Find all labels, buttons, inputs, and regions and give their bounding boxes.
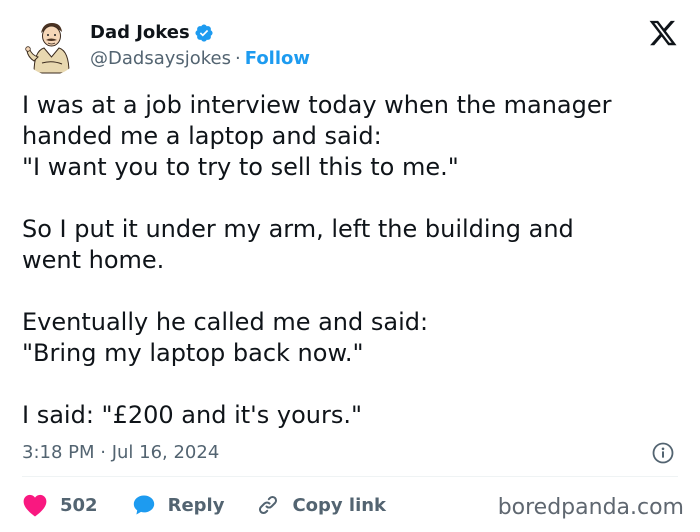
like-button[interactable]: 502 bbox=[22, 493, 98, 517]
copy-link-label: Copy link bbox=[292, 494, 387, 516]
display-name-row: Dad Jokes bbox=[90, 21, 310, 45]
tweet-timestamp[interactable]: 3:18 PM · Jul 16, 2024 bbox=[22, 440, 219, 466]
reply-label: Reply bbox=[167, 494, 225, 516]
avatar[interactable] bbox=[22, 17, 80, 75]
display-name[interactable]: Dad Jokes bbox=[90, 21, 190, 45]
tweet-card: Dad Jokes @Dadsaysjokes · Follow I was at … bbox=[0, 0, 700, 532]
tweet-text: I was at a job interview today when the … bbox=[22, 91, 612, 429]
dad-avatar-icon bbox=[22, 17, 80, 75]
link-icon bbox=[259, 495, 278, 515]
divider bbox=[22, 476, 678, 477]
reply-button[interactable]: Reply bbox=[132, 493, 225, 517]
verified-badge-icon bbox=[194, 23, 214, 43]
copy-link-button[interactable]: Copy link bbox=[256, 493, 386, 517]
tweet-header: Dad Jokes @Dadsaysjokes · Follow bbox=[22, 14, 310, 78]
info-icon[interactable] bbox=[652, 442, 674, 464]
like-count: 502 bbox=[60, 494, 98, 516]
action-bar: 502 Reply Copy link bbox=[22, 490, 386, 520]
speech-bubble-icon bbox=[133, 495, 154, 515]
account-info: Dad Jokes @Dadsaysjokes · Follow bbox=[90, 21, 310, 71]
separator-dot: · bbox=[235, 48, 241, 69]
account-handle[interactable]: @Dadsaysjokes bbox=[90, 48, 231, 69]
follow-button[interactable]: Follow bbox=[245, 48, 310, 69]
handle-row: @Dadsaysjokes · Follow bbox=[90, 47, 310, 71]
x-logo-icon[interactable] bbox=[648, 18, 678, 48]
heart-icon bbox=[23, 494, 47, 517]
watermark: boredpanda.com bbox=[497, 495, 684, 520]
